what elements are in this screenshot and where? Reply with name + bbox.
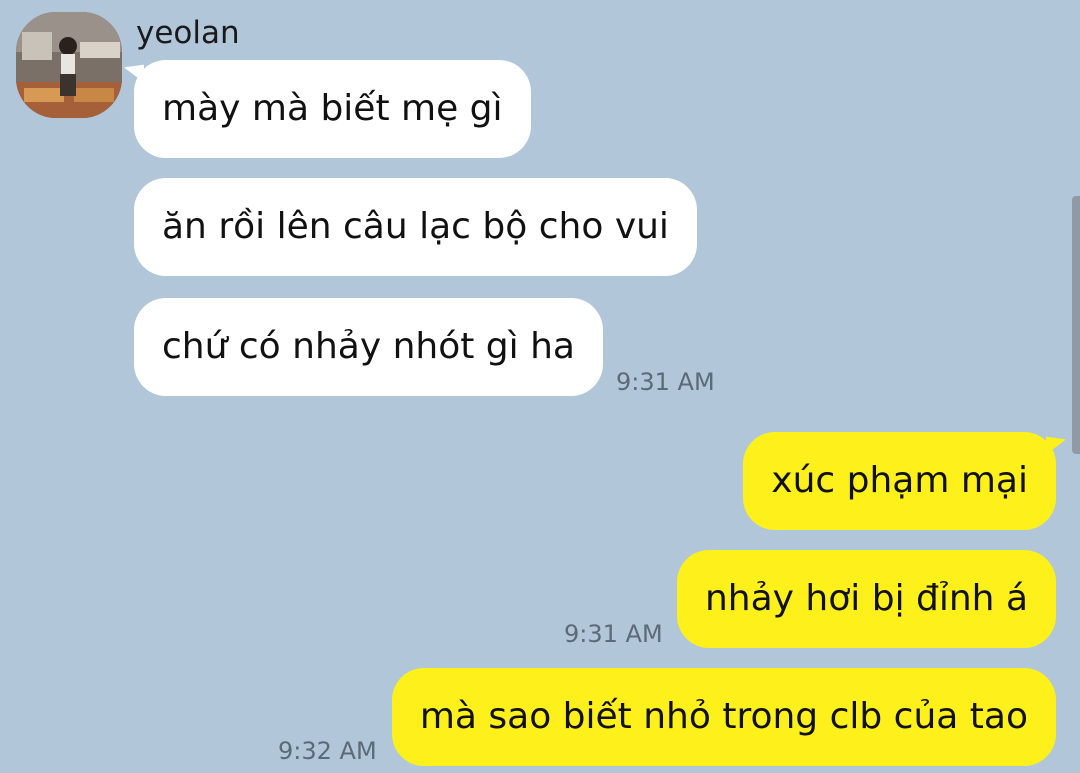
message-text: mày mà biết mẹ gì <box>162 88 503 129</box>
message-text: nhảy hơi bị đỉnh á <box>704 578 1028 619</box>
message-bubble-outgoing[interactable]: mà sao biết nhỏ trong clb của tao <box>391 668 1056 766</box>
avatar-photo-icon <box>16 12 122 118</box>
message-bubble-incoming[interactable]: ăn rồi lên câu lạc bộ cho vui <box>134 178 697 276</box>
message-timestamp: 9:32 AM <box>278 737 377 765</box>
chat-thread[interactable]: yeolan mày mà biết mẹ gì ăn rồi lên câu … <box>0 0 1080 773</box>
message-bubble-outgoing[interactable]: nhảy hơi bị đỉnh á <box>676 550 1056 648</box>
message-timestamp: 9:31 AM <box>564 620 663 648</box>
message-text: ăn rồi lên câu lạc bộ cho vui <box>162 206 669 247</box>
message-text: mà sao biết nhỏ trong clb của tao <box>419 696 1028 737</box>
message-bubble-incoming[interactable]: chứ có nhảy nhót gì ha <box>134 298 603 396</box>
message-text: xúc phạm mại <box>771 460 1028 501</box>
message-text: chứ có nhảy nhót gì ha <box>162 326 575 367</box>
sender-name: yeolan <box>136 15 240 51</box>
message-timestamp: 9:31 AM <box>616 368 715 396</box>
sender-avatar[interactable] <box>16 12 122 118</box>
message-bubble-incoming[interactable]: mày mà biết mẹ gì <box>134 60 531 158</box>
message-bubble-outgoing[interactable]: xúc phạm mại <box>743 432 1056 530</box>
scrollbar-thumb[interactable] <box>1072 196 1080 454</box>
